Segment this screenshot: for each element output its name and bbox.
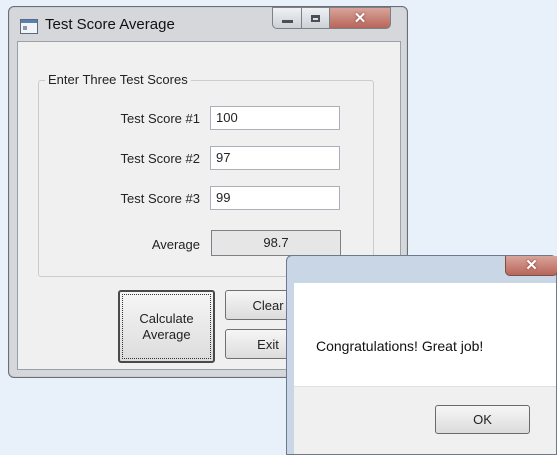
ok-button[interactable]: OK: [435, 405, 530, 434]
close-button[interactable]: ✕: [329, 7, 391, 29]
title-bar[interactable]: Test Score Average ✕: [9, 7, 407, 41]
calculate-average-button[interactable]: Calculate Average: [118, 290, 215, 363]
score1-input[interactable]: 100: [210, 106, 340, 130]
maximize-icon: [311, 14, 320, 22]
ok-label: OK: [473, 412, 492, 427]
groupbox-label: Enter Three Test Scores: [45, 72, 191, 87]
exit-label: Exit: [257, 336, 279, 352]
calculate-average-label: Calculate Average: [139, 310, 194, 342]
message-text: Congratulations! Great job!: [316, 338, 484, 354]
score2-input[interactable]: 97: [210, 146, 340, 170]
app-icon: [20, 19, 38, 34]
close-icon: ✕: [525, 257, 538, 274]
clear-label: Clear: [252, 297, 284, 313]
message-box-footer: OK: [294, 386, 556, 454]
close-icon: ✕: [353, 9, 367, 27]
score1-label: Test Score #1: [120, 111, 201, 126]
minimize-button[interactable]: [272, 7, 302, 29]
minimize-icon: [281, 19, 293, 23]
average-output: 98.7: [211, 230, 341, 256]
message-box-close-button[interactable]: ✕: [505, 256, 557, 276]
message-box: ✕ Congratulations! Great job! OK: [286, 255, 557, 455]
score3-input[interactable]: 99: [210, 186, 340, 210]
message-box-body: Congratulations! Great job! OK: [294, 283, 556, 454]
window-title: Test Score Average: [45, 16, 175, 33]
maximize-button[interactable]: [301, 7, 330, 29]
score3-label: Test Score #3: [120, 191, 201, 206]
average-label: Average: [151, 237, 200, 252]
score2-label: Test Score #2: [120, 151, 201, 166]
